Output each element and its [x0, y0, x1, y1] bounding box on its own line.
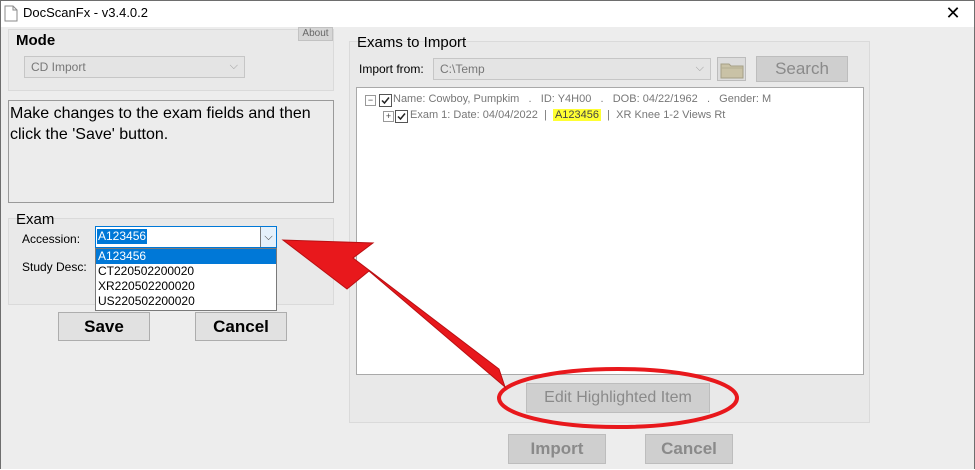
accession-dropdown-button[interactable]: ⌵: [260, 227, 276, 247]
main-window: DocScanFx - v3.4.0.2 ✕ Mode About CD Imp…: [0, 0, 975, 469]
expand-icon[interactable]: +: [383, 111, 394, 122]
exam-tree[interactable]: − Name: Cowboy, Pumpkim . ID: Y4H00 . DO…: [356, 87, 864, 375]
import-from-value: C:\Temp: [440, 62, 485, 76]
separator: .: [528, 93, 532, 105]
patient-dob: 04/22/1962: [642, 93, 698, 105]
title-bar: DocScanFx - v3.4.0.2 ✕: [1, 1, 974, 27]
exam-cancel-button[interactable]: Cancel: [195, 312, 287, 341]
exam-label: Exam 1:: [410, 109, 451, 121]
about-button[interactable]: About: [298, 27, 333, 41]
exam-description: XR Knee 1-2 Views Rt: [616, 109, 726, 121]
chevron-down-icon: ⌵: [264, 231, 273, 243]
dropdown-option[interactable]: US220502200020: [96, 294, 276, 309]
pipe-separator: |: [543, 109, 547, 121]
import-from-select[interactable]: C:\Temp ⌵: [433, 58, 711, 80]
about-label: About: [302, 28, 329, 39]
edit-highlighted-item-button[interactable]: Edit Highlighted Item: [526, 383, 710, 413]
accession-combo-value: A123456: [97, 229, 148, 244]
patient-dob-label: DOB:: [612, 93, 640, 105]
separator: .: [706, 93, 710, 105]
edit-highlighted-item-label: Edit Highlighted Item: [544, 389, 692, 406]
app-document-icon: [4, 5, 18, 22]
exam-checkbox[interactable]: [395, 110, 408, 123]
save-label: Save: [84, 317, 124, 336]
patient-name: Cowboy, Pumpkim: [428, 93, 520, 105]
search-label: Search: [775, 59, 829, 78]
patient-row-text: Name: Cowboy, Pumpkim . ID: Y4H00 . DOB:…: [393, 93, 771, 105]
save-button[interactable]: Save: [58, 312, 150, 341]
search-button[interactable]: Search: [756, 56, 848, 82]
dropdown-option[interactable]: XR220502200020: [96, 279, 276, 294]
exam-date-label: Date:: [453, 109, 480, 121]
exam-title: Exam: [16, 211, 55, 228]
import-from-label: Import from:: [359, 62, 424, 76]
import-label: Import: [530, 439, 584, 458]
exam-accession-highlighted: A123456: [552, 109, 601, 121]
chevron-down-icon: ⌵: [229, 60, 238, 72]
import-cancel-button[interactable]: Cancel: [645, 434, 733, 464]
mode-select[interactable]: CD Import ⌵: [24, 56, 245, 78]
patient-id-label: ID:: [540, 93, 555, 105]
chevron-down-icon: ⌵: [695, 62, 704, 74]
import-button[interactable]: Import: [508, 434, 606, 464]
browse-folder-button[interactable]: [717, 57, 746, 81]
message-text: Make changes to the exam fields and then…: [10, 105, 311, 143]
patient-id: Y4H00: [557, 93, 592, 105]
dropdown-option[interactable]: A123456: [96, 249, 276, 264]
patient-gender-label: Gender:: [719, 93, 759, 105]
collapse-icon[interactable]: −: [365, 95, 376, 106]
exams-to-import-title: Exams to Import: [357, 34, 467, 51]
window-title: DocScanFx - v3.4.0.2: [23, 5, 148, 20]
patient-gender: M: [761, 93, 772, 105]
patient-name-label: Name:: [393, 93, 426, 105]
message-box: Make changes to the exam fields and then…: [8, 100, 334, 203]
study-desc-label: Study Desc:: [22, 260, 87, 274]
checkmark-icon: [397, 113, 406, 121]
accession-label: Accession:: [22, 232, 81, 246]
checkmark-icon: [381, 97, 390, 105]
exam-cancel-label: Cancel: [213, 317, 269, 336]
folder-icon: [720, 63, 744, 79]
patient-checkbox[interactable]: [379, 94, 392, 107]
mode-select-value: CD Import: [31, 60, 86, 74]
dropdown-option[interactable]: CT220502200020: [96, 264, 276, 279]
tree-row-patient[interactable]: − Name: Cowboy, Pumpkim . ID: Y4H00 . DO…: [365, 93, 855, 107]
exam-row-text: Exam 1: Date: 04/04/2022 | A123456 | XR …: [410, 109, 725, 121]
exam-date: 04/04/2022: [482, 109, 538, 121]
accession-dropdown-list: A123456 CT220502200020 XR220502200020 US…: [95, 248, 277, 311]
mode-title: Mode: [16, 32, 56, 49]
pipe-separator: |: [607, 109, 610, 121]
accession-combo[interactable]: A123456 ⌵: [95, 226, 277, 248]
tree-row-exam[interactable]: + Exam 1: Date: 04/04/2022 | A123456 | X…: [383, 109, 853, 123]
import-cancel-label: Cancel: [661, 439, 717, 458]
separator: .: [600, 93, 604, 105]
close-icon[interactable]: ✕: [938, 1, 968, 27]
